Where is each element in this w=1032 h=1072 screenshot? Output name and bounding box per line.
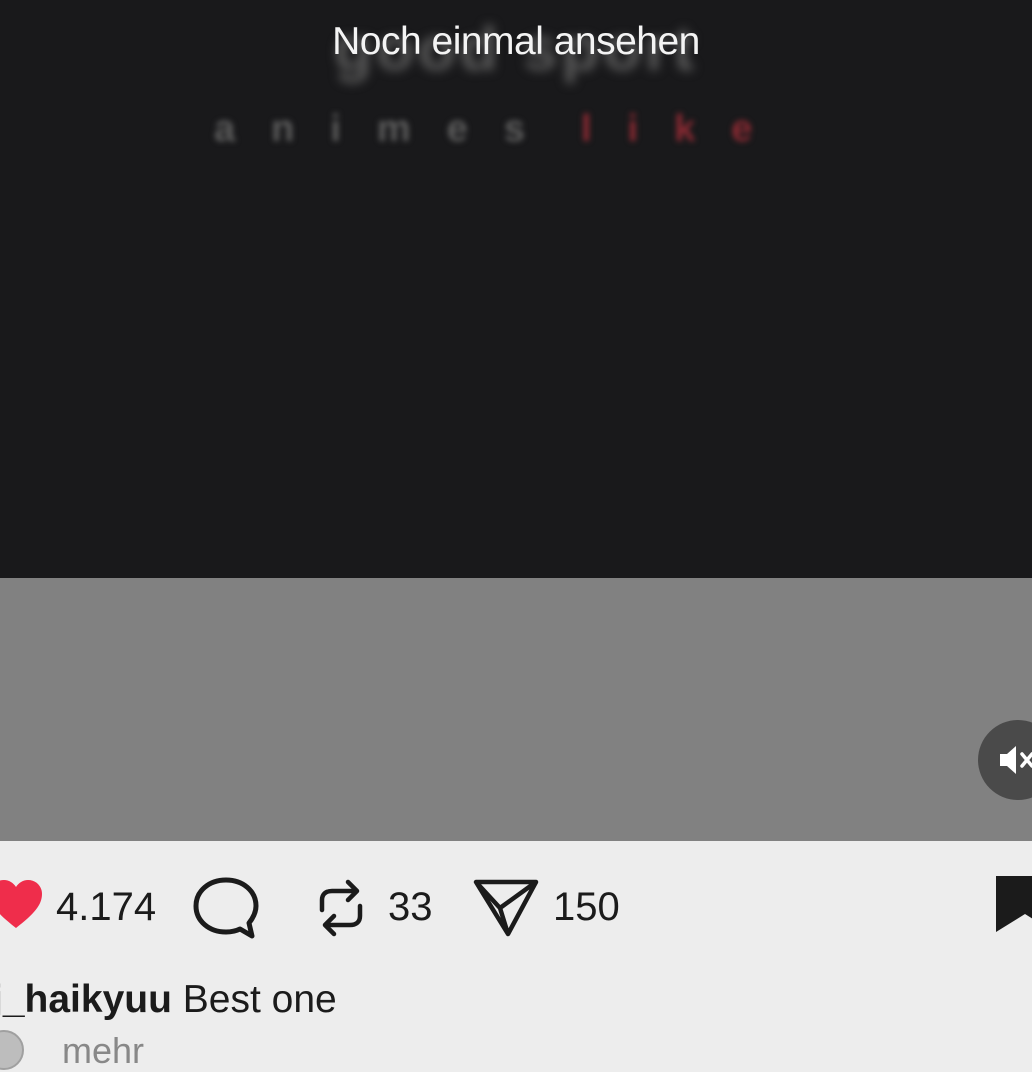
caption-username[interactable]: j_haikyuu	[0, 978, 172, 1021]
more-link[interactable]: mehr	[62, 1030, 144, 1072]
comment-icon[interactable]	[192, 876, 260, 940]
video-player[interactable]: good sport animes like Noch einmal ansehe…	[0, 0, 1032, 578]
replay-button[interactable]: Noch einmal ansehen	[0, 20, 1032, 64]
heart-icon[interactable]	[0, 878, 44, 930]
repost-icon[interactable]	[312, 876, 370, 940]
video-lower-area	[0, 578, 1032, 841]
caption: j_haikyuu Best one	[0, 978, 337, 1022]
repost-count: 33	[388, 885, 433, 929]
video-subtitle-word-highlight: like	[580, 108, 789, 150]
send-icon[interactable]	[472, 878, 540, 938]
bookmark-icon[interactable]	[994, 874, 1032, 934]
like-count: 4.174	[56, 885, 157, 929]
video-background-subtitle: animes like	[214, 108, 788, 151]
caption-text: Best one	[182, 978, 337, 1021]
avatar[interactable]	[0, 1030, 24, 1070]
speaker-muted-icon	[1000, 746, 1032, 774]
video-subtitle-word: animes	[214, 108, 561, 150]
share-count: 150	[553, 885, 620, 929]
